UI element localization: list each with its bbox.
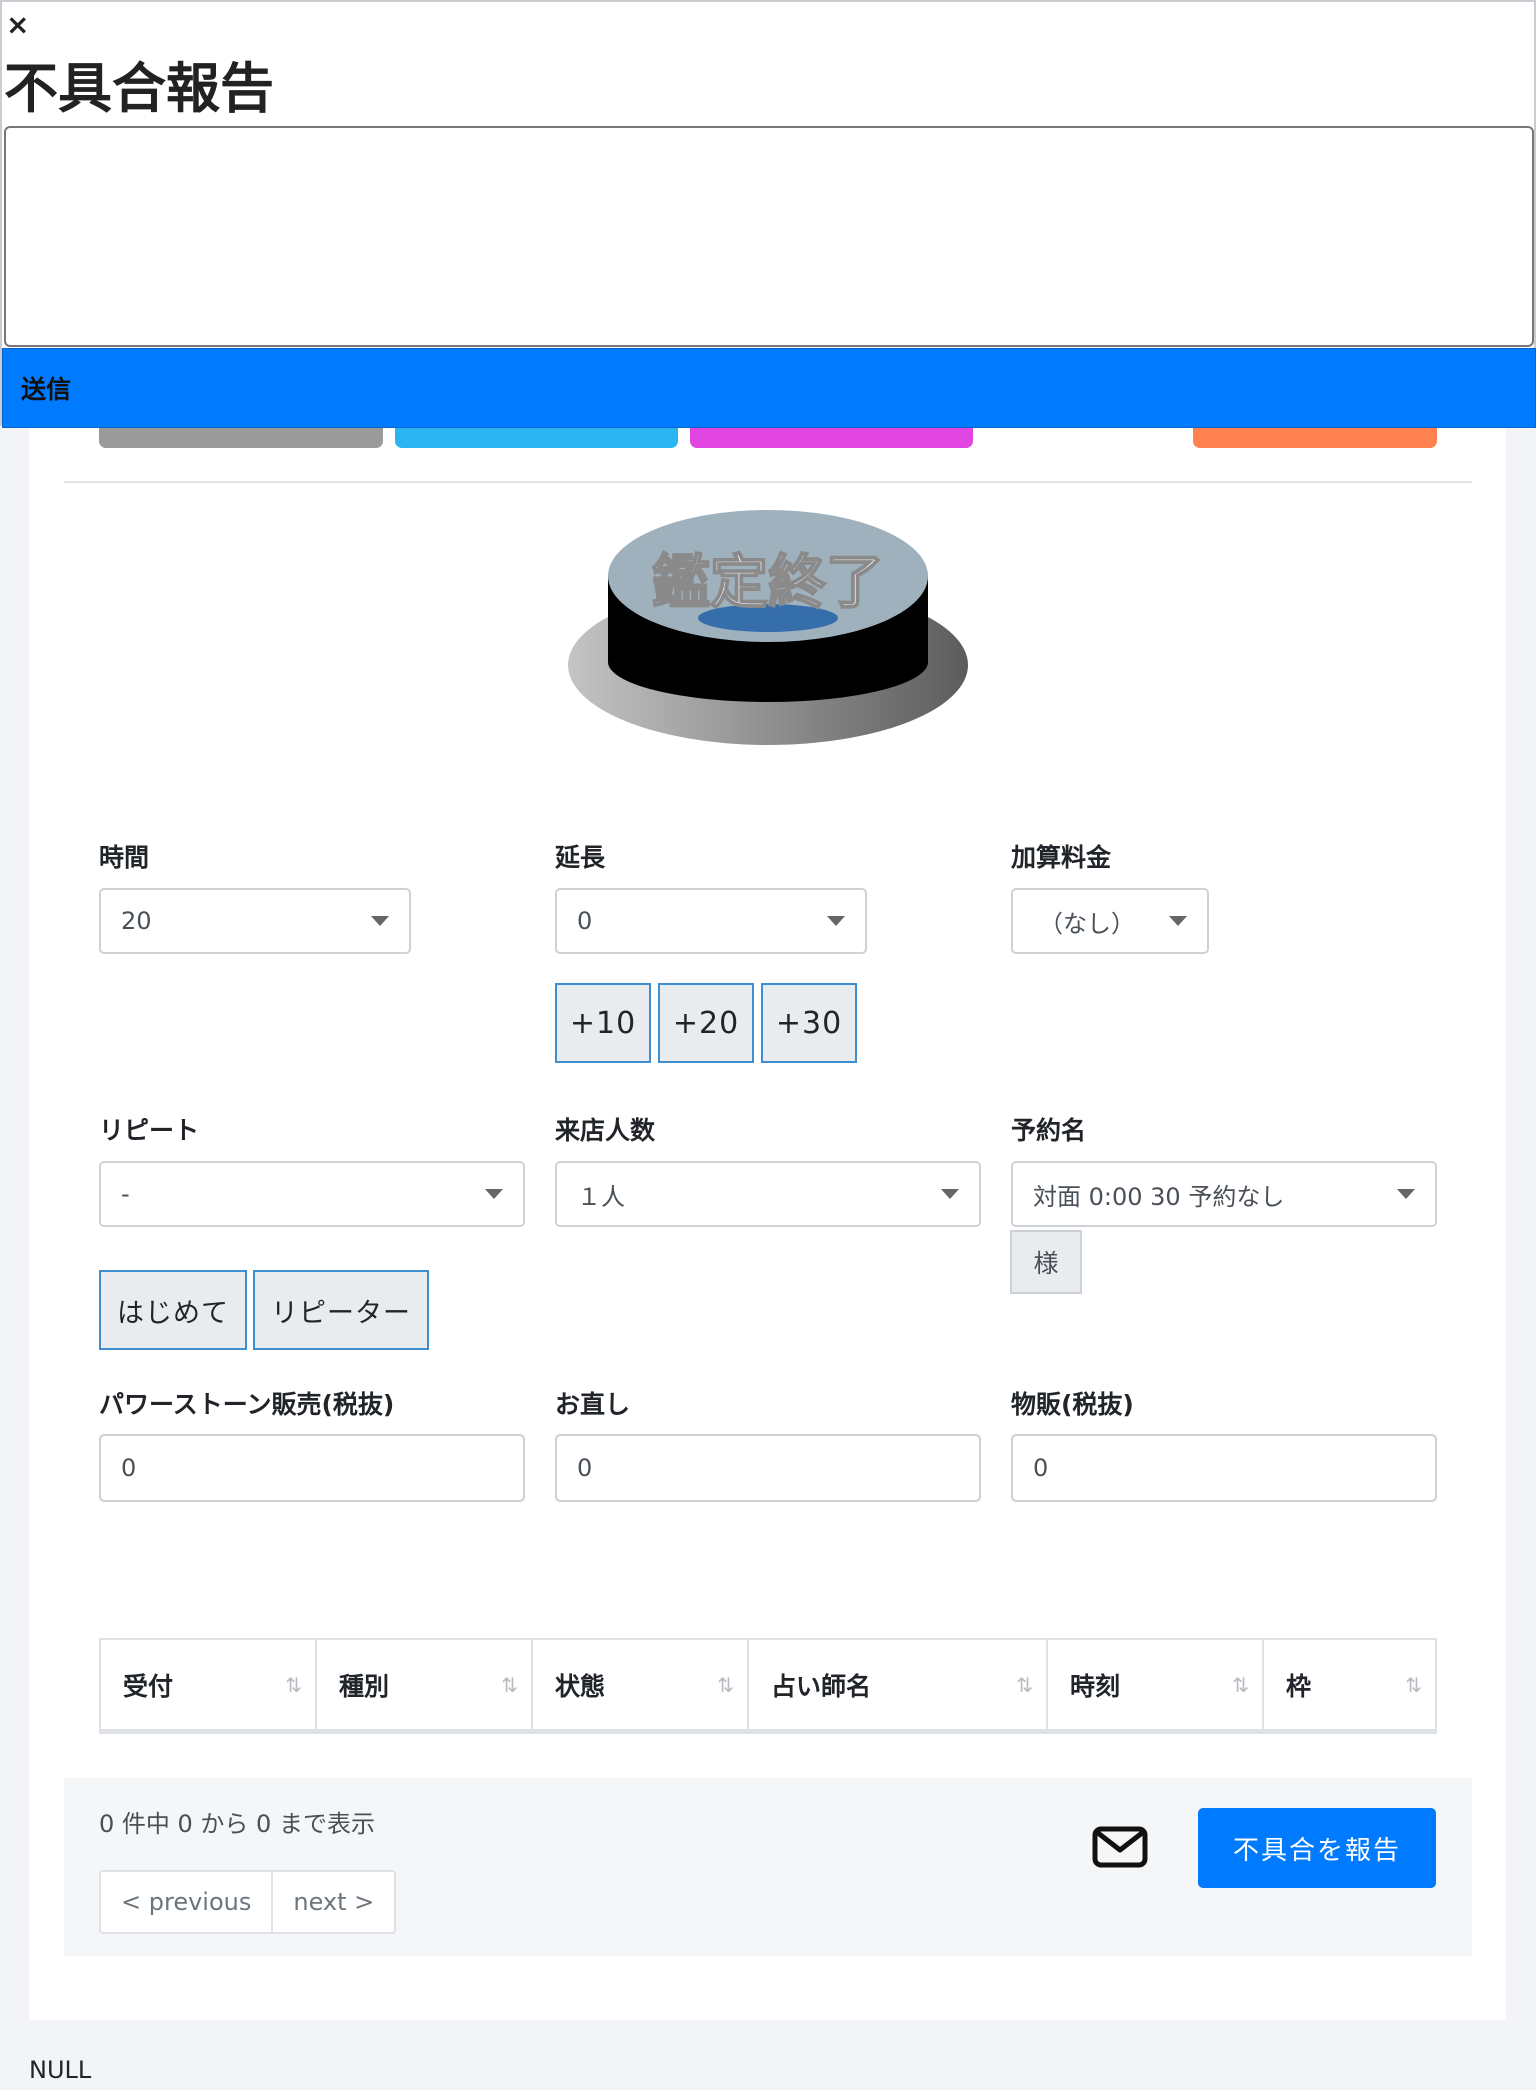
appraisal-end-label: 鑑定終了 (652, 548, 884, 616)
fix-input[interactable]: 0 (555, 1434, 981, 1502)
fix-label: お直し (555, 1390, 631, 1419)
bug-report-textarea[interactable] (4, 126, 1534, 347)
reservation-label: 予約名 (1011, 1116, 1087, 1145)
column-label: 状態 (555, 1671, 606, 1701)
time-value: 20 (121, 907, 152, 935)
reservation-value: 対面 0:00 30 予約なし (1033, 1182, 1285, 1211)
repeat-value: - (121, 1180, 130, 1208)
chevron-down-icon (1397, 1189, 1415, 1199)
goods-label: 物販(税抜) (1011, 1390, 1134, 1419)
null-text: NULL (29, 2056, 92, 2084)
sort-icon: ⇅ (717, 1672, 734, 1697)
close-icon[interactable]: × (6, 8, 29, 41)
next-page-button[interactable]: next > (271, 1872, 394, 1932)
reservation-suffix: 様 (1010, 1230, 1082, 1294)
data-table-header: 受付 ⇅ 種別 ⇅ 状態 ⇅ 占い師名 ⇅ 時刻 ⇅ 枠 ⇅ (99, 1638, 1437, 1734)
repeater-button[interactable]: リピーター (253, 1270, 429, 1350)
reservation-select[interactable]: 対面 0:00 30 予約なし (1011, 1161, 1437, 1227)
appraisal-end-button-graphic: 鑑定終了 (568, 510, 968, 745)
visitors-label: 来店人数 (555, 1116, 656, 1145)
column-label: 種別 (339, 1671, 390, 1701)
surcharge-label: 加算料金 (1011, 843, 1112, 872)
chevron-down-icon (371, 916, 389, 926)
appraisal-end-button[interactable]: 鑑定終了 (568, 510, 968, 750)
extension-plus20-button[interactable]: +20 (658, 983, 754, 1063)
visitors-value: １人 (577, 1182, 625, 1211)
goods-input[interactable]: 0 (1011, 1434, 1437, 1502)
sort-icon: ⇅ (1232, 1672, 1249, 1697)
column-header-time[interactable]: 時刻 ⇅ (1048, 1640, 1264, 1729)
chevron-down-icon (1169, 916, 1187, 926)
time-label: 時間 (99, 843, 150, 872)
first-time-button[interactable]: はじめて (99, 1270, 247, 1350)
send-button[interactable]: 送信 (2, 348, 1536, 428)
sort-icon: ⇅ (285, 1672, 302, 1697)
column-label: 占い師名 (771, 1671, 872, 1701)
visitors-select[interactable]: １人 (555, 1161, 981, 1227)
column-header-status[interactable]: 状態 ⇅ (533, 1640, 749, 1729)
extension-plus30-button[interactable]: +30 (761, 983, 857, 1063)
modal-title: 不具合報告 (4, 57, 274, 120)
table-info: 0 件中 0 から 0 まで表示 (99, 1810, 375, 1838)
repeat-label: リピート (99, 1116, 200, 1145)
column-header-reception[interactable]: 受付 ⇅ (101, 1640, 317, 1729)
sort-icon: ⇅ (1016, 1672, 1033, 1697)
column-header-slot[interactable]: 枠 ⇅ (1264, 1640, 1435, 1729)
column-header-type[interactable]: 種別 ⇅ (317, 1640, 533, 1729)
powerstone-label: パワーストーン販売(税抜) (99, 1390, 395, 1419)
chevron-down-icon (941, 1189, 959, 1199)
time-select[interactable]: 20 (99, 888, 411, 954)
column-label: 受付 (123, 1671, 174, 1701)
surcharge-select[interactable]: （なし） (1011, 888, 1209, 954)
column-label: 枠 (1286, 1671, 1312, 1701)
column-label: 時刻 (1070, 1671, 1121, 1701)
powerstone-input[interactable]: 0 (99, 1434, 525, 1502)
mail-icon[interactable] (1092, 1826, 1148, 1868)
pagination: < previous next > (99, 1870, 397, 1934)
extension-label: 延長 (555, 843, 606, 872)
chevron-down-icon (485, 1189, 503, 1199)
previous-page-button[interactable]: < previous (101, 1872, 271, 1932)
chevron-down-icon (827, 916, 845, 926)
sort-icon: ⇅ (501, 1672, 518, 1697)
mail-icon-graphic (1092, 1826, 1148, 1868)
report-bug-button[interactable]: 不具合を報告 (1198, 1808, 1436, 1888)
extension-value: 0 (577, 907, 593, 935)
repeat-select[interactable]: - (99, 1161, 525, 1227)
sort-icon: ⇅ (1405, 1672, 1422, 1697)
surcharge-value: （なし） (1039, 909, 1135, 938)
divider (64, 481, 1472, 483)
column-header-fortune-teller[interactable]: 占い師名 ⇅ (749, 1640, 1048, 1729)
extension-select[interactable]: 0 (555, 888, 867, 954)
extension-plus10-button[interactable]: +10 (555, 983, 651, 1063)
bug-report-modal: × 不具合報告 送信 (0, 0, 1536, 428)
